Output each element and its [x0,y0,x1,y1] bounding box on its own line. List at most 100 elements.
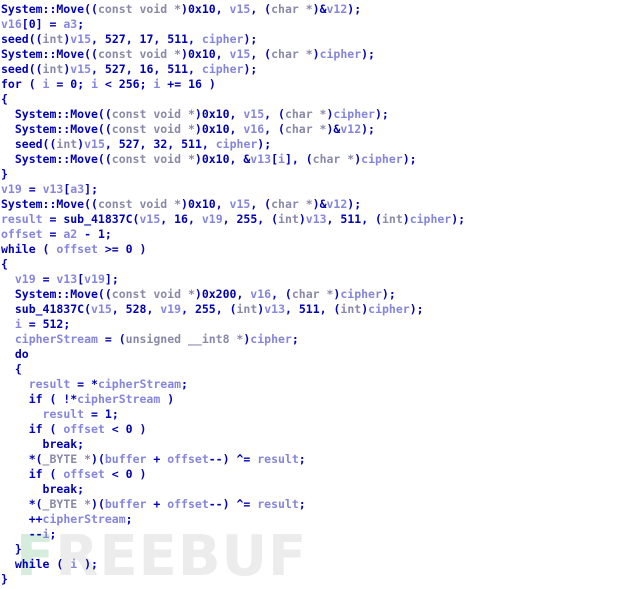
code-token-kw: ; [49,527,57,541]
code-token-kw: , ( [250,197,272,211]
code-line[interactable]: result = *cipherStream; [1,377,625,392]
code-line[interactable]: { [1,362,625,377]
code-line[interactable]: for ( i = 0; i < 256; i += 16 ) [1,77,625,92]
code-token-kw: } [1,542,22,556]
code-line[interactable]: System::Move((const void *)0x10, v16, (c… [1,122,625,137]
code-token-type: const void * [97,197,182,211]
code-line[interactable]: System::Move((const void *)0x10, v15, (c… [1,47,625,62]
code-token-type: const void * [97,47,182,61]
code-line[interactable]: if ( offset < 0 ) [1,422,625,437]
code-token-kw: , [167,137,182,151]
code-token-kw: , [91,62,105,76]
code-line[interactable]: { [1,257,625,272]
code-token-var: cipher [409,212,452,226]
code-line[interactable]: { [1,92,625,107]
code-line[interactable]: --i; [1,527,625,542]
code-line[interactable]: i = 512; [1,317,625,332]
code-token-kw: ); [243,62,258,76]
code-token-kw: ; [291,332,299,346]
code-line[interactable]: if ( !*cipherStream ) [1,392,625,407]
code-token-kw: >= [97,242,126,256]
code-token-kw: seed(( [1,62,43,76]
code-token-kw: , & [229,152,251,166]
code-token-kw: sub_41837C( [1,302,92,316]
code-token-kw: ; [77,17,85,31]
code-token-kw: ] = [35,17,64,31]
code-line[interactable]: } [1,542,625,557]
code-token-type: const void * [111,287,195,301]
code-token-num: 511 [181,137,202,151]
code-line[interactable]: break; [1,482,625,497]
code-token-kw: , [201,137,216,151]
code-line[interactable]: do [1,347,625,362]
code-line[interactable]: while ( i ); [1,557,625,572]
code-token-kw: [ [271,152,279,166]
code-line[interactable]: result = 1; [1,407,625,422]
code-token-kw: } [1,572,8,586]
code-token-var: v19 [14,272,36,286]
code-line[interactable]: v19 = v13[v19]; [1,272,625,287]
code-line[interactable]: System::Move((const void *)0x10, v15, (c… [1,2,625,17]
code-line[interactable]: cipherStream = (unsigned __int8 *)cipher… [1,332,625,347]
code-line[interactable]: while ( offset >= 0 ) [1,242,625,257]
code-token-kw [1,332,15,346]
code-token-var: v13 [250,152,272,166]
code-line[interactable]: v16[0] = a3; [1,17,625,32]
code-token-kw: if ( [1,422,64,436]
code-line[interactable]: v19 = v13[a3]; [1,182,625,197]
code-token-num: 0 [125,467,133,481]
code-token-var: v15 [229,47,251,61]
code-token-var: cipher [340,287,382,301]
code-line[interactable]: ++cipherStream; [1,512,625,527]
code-token-kw: = ( [97,332,126,346]
code-token-kw: System::Move(( [1,197,98,211]
code-token-var: result [42,407,85,421]
code-token-num: 0x10 [201,152,230,166]
code-token-type: char * [284,107,327,121]
code-token-kw: ); [451,212,466,226]
pseudocode-listing[interactable]: System::Move((const void *)0x10, v15, (c… [0,0,625,586]
code-line[interactable]: System::Move((const void *)0x10, v15, (c… [1,197,625,212]
code-token-kw: , [111,302,126,316]
code-token-kw: , [229,122,244,136]
code-token-var: a3 [63,17,78,31]
code-token-kw: ); [381,287,396,301]
code-line[interactable]: result = sub_41837C(v15, 16, v19, 255, (… [1,212,625,227]
code-token-kw: , [229,107,244,121]
code-token-kw [1,272,15,286]
code-line[interactable]: System::Move((const void *)0x200, v16, (… [1,287,625,302]
code-token-var: result [257,497,299,511]
code-token-kw: < [104,467,126,481]
code-line[interactable]: System::Move((const void *)0x10, v15, (c… [1,107,625,122]
code-token-var: offset [167,497,209,511]
code-token-var: offset [167,452,209,466]
code-line[interactable]: seed((int)v15, 527, 16, 511, cipher); [1,62,625,77]
code-token-kw: ) [181,47,188,61]
code-line[interactable]: System::Move((const void *)0x10, &v13[i]… [1,152,625,167]
code-token-kw: , [285,302,299,316]
code-line[interactable]: seed((int)v15, 527, 17, 511, cipher); [1,32,625,47]
code-token-num: 32 [153,137,168,151]
code-line[interactable]: offset = a2 - 1; [1,227,625,242]
code-token-var: v19 [201,212,223,226]
code-token-kw: , ( [215,302,237,316]
code-token-kw: , [91,32,105,46]
code-token-kw: = [21,182,43,196]
code-line[interactable]: } [1,167,625,182]
code-line[interactable]: if ( offset < 0 ) [1,467,625,482]
code-token-kw: ); [347,197,362,211]
code-line[interactable]: sub_41837C(v15, 528, v19, 255, (int)v13,… [1,302,625,317]
code-token-kw: ; [111,407,119,421]
code-line[interactable]: seed((int)v15, 527, 32, 511, cipher); [1,137,625,152]
code-token-kw: ; [104,227,112,241]
code-line[interactable]: break; [1,437,625,452]
code-token-num: 0x10 [201,122,230,136]
code-token-kw: ; [181,377,188,391]
code-token-kw: )& [326,122,341,136]
code-line[interactable]: *(_BYTE *)(buffer + offset--) ^= result; [1,497,625,512]
code-token-var: cipher [361,152,403,166]
code-line[interactable]: *(_BYTE *)(buffer + offset--) ^= result; [1,452,625,467]
code-token-kw: --) ^= [208,497,258,511]
code-token-type: char * [271,2,313,16]
code-token-kw: if ( !* [1,392,78,406]
